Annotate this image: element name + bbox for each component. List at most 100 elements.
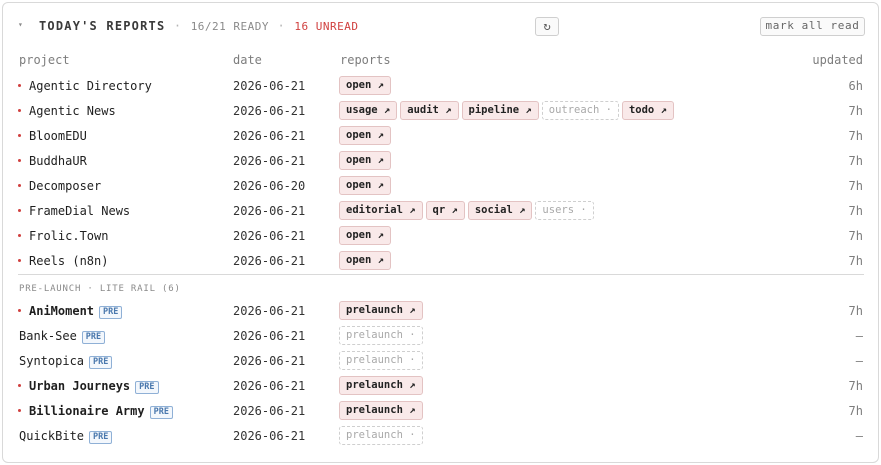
project-name[interactable]: BloomEDU <box>29 129 87 143</box>
section-divider <box>18 274 864 275</box>
report-date: 2026-06-21 <box>233 204 306 218</box>
updated-age: — <box>855 329 863 343</box>
report-date: 2026-06-21 <box>233 404 306 418</box>
updated-age: 7h <box>848 129 863 143</box>
column-header-date: date <box>233 53 262 67</box>
report-date: 2026-06-20 <box>233 179 306 193</box>
project-name[interactable]: Decomposer <box>29 179 101 193</box>
project-name[interactable]: Agentic Directory <box>29 79 152 93</box>
table-row: Frolic.Town 2026-06-21 open ↗ 7h <box>3 224 878 249</box>
report-links: open ↗ <box>339 251 394 270</box>
report-date: 2026-06-21 <box>233 229 306 243</box>
report-links: open ↗ <box>339 151 394 170</box>
report-pending-chip: users · <box>535 201 594 220</box>
table-row: Reels (n8n) 2026-06-21 open ↗ 7h <box>3 249 878 274</box>
prelaunch-pending-chip: prelaunch · <box>339 426 423 445</box>
updated-age: — <box>855 429 863 443</box>
prelaunch-pending-chip: prelaunch · <box>339 326 423 345</box>
report-links: prelaunch ↗ <box>339 401 426 420</box>
prelaunch-link-chip[interactable]: prelaunch ↗ <box>339 401 423 420</box>
title-text: TODAY'S REPORTS <box>39 19 166 33</box>
report-link-chip[interactable]: qr ↗ <box>425 201 465 220</box>
table-row: AniMoment PRE 2026-06-21 prelaunch ↗ 7h <box>3 299 878 324</box>
pre-launch-badge: PRE <box>149 406 173 419</box>
project-name[interactable]: FrameDial News <box>29 204 130 218</box>
report-link-chip[interactable]: audit ↗ <box>400 101 459 120</box>
report-link-chip[interactable]: open ↗ <box>339 76 391 95</box>
updated-age: 6h <box>848 79 863 93</box>
project-name[interactable]: AniMoment PRE <box>29 304 123 319</box>
report-link-chip[interactable]: todo ↗ <box>621 101 674 120</box>
report-links: prelaunch · <box>339 326 426 345</box>
pre-launch-badge: PRE <box>81 331 106 344</box>
prelaunch-link-chip[interactable]: prelaunch ↗ <box>339 301 423 320</box>
unread-dot-icon <box>18 184 21 187</box>
table-row: Bank-See PRE 2026-06-21 prelaunch · — <box>3 324 878 349</box>
title-separator: · <box>277 19 286 33</box>
report-date: 2026-06-21 <box>233 79 306 93</box>
project-name-text: AniMoment <box>29 304 95 318</box>
unread-dot-icon <box>18 134 21 137</box>
unread-dot-icon <box>18 384 21 387</box>
project-name[interactable]: Billionaire Army PRE <box>29 404 173 419</box>
table-row: QuickBite PRE 2026-06-21 prelaunch · — <box>3 424 878 449</box>
unread-dot-icon <box>18 409 21 412</box>
project-name-text: QuickBite <box>19 429 85 443</box>
report-link-chip[interactable]: open ↗ <box>339 151 391 170</box>
project-name[interactable]: Agentic News <box>29 104 116 118</box>
project-name[interactable]: Syntopica PRE <box>19 354 113 369</box>
unread-dot-icon <box>18 209 21 212</box>
updated-age: 7h <box>848 179 863 193</box>
updated-age: — <box>855 354 863 368</box>
unread-dot-icon <box>18 84 21 87</box>
unread-dot-icon <box>18 234 21 237</box>
table-row: Agentic News 2026-06-21 usage ↗ audit ↗ pipe… <box>3 99 878 124</box>
prelaunch-section-label: PRE-LAUNCH · LITE RAIL (6) <box>19 284 181 294</box>
report-date: 2026-06-21 <box>233 254 306 268</box>
project-name[interactable]: Bank-See PRE <box>19 329 106 344</box>
report-link-chip[interactable]: open ↗ <box>339 251 391 270</box>
pre-launch-badge: PRE <box>89 356 113 369</box>
mark-all-read-button[interactable]: mark all read <box>760 17 865 36</box>
report-date: 2026-06-21 <box>233 129 306 143</box>
table-row: BloomEDU 2026-06-21 open ↗ 7h <box>3 124 878 149</box>
project-name[interactable]: Frolic.Town <box>29 229 108 243</box>
column-header-updated: updated <box>812 53 863 67</box>
unread-count: 16 UNREAD <box>294 20 359 33</box>
updated-age: 7h <box>848 404 863 418</box>
project-name[interactable]: BuddhaUR <box>29 154 87 168</box>
project-name[interactable]: QuickBite PRE <box>19 429 113 444</box>
updated-age: 7h <box>848 104 863 118</box>
table-row: Billionaire Army PRE 2026-06-21 prelaunch ↗… <box>3 399 878 424</box>
project-name[interactable]: Reels (n8n) <box>29 254 108 268</box>
report-link-chip[interactable]: open ↗ <box>339 126 391 145</box>
report-links: prelaunch · <box>339 351 426 370</box>
collapse-caret-icon[interactable]: ▾ <box>18 20 23 29</box>
table-row: BuddhaUR 2026-06-21 open ↗ 7h <box>3 149 878 174</box>
refresh-button[interactable]: ↻ <box>535 17 559 36</box>
report-date: 2026-06-21 <box>233 154 306 168</box>
report-links: usage ↗ audit ↗ pipeline ↗ outreach · todo ↗ <box>339 101 677 120</box>
pre-launch-badge: PRE <box>89 431 113 444</box>
prelaunch-pending-chip: prelaunch · <box>339 351 423 370</box>
updated-age: 7h <box>848 154 863 168</box>
prelaunch-link-chip[interactable]: prelaunch ↗ <box>339 376 423 395</box>
report-link-chip[interactable]: open ↗ <box>339 176 391 195</box>
report-links: open ↗ <box>339 126 394 145</box>
project-name[interactable]: Urban Journeys PRE <box>29 379 159 394</box>
report-links: open ↗ <box>339 226 394 245</box>
report-date: 2026-06-21 <box>233 329 306 343</box>
report-link-chip[interactable]: usage ↗ <box>339 101 398 120</box>
report-link-chip[interactable]: open ↗ <box>339 226 391 245</box>
report-links: open ↗ <box>339 76 394 95</box>
updated-age: 7h <box>848 254 863 268</box>
report-date: 2026-06-21 <box>233 354 306 368</box>
table-row: Agentic Directory 2026-06-21 open ↗ 6h <box>3 74 878 99</box>
report-link-chip[interactable]: pipeline ↗ <box>461 101 539 120</box>
report-links: prelaunch · <box>339 426 426 445</box>
table-row: FrameDial News 2026-06-21 editorial ↗ qr ↗ s… <box>3 199 878 224</box>
report-link-chip[interactable]: social ↗ <box>467 201 533 220</box>
table-row: Decomposer 2026-06-20 open ↗ 7h <box>3 174 878 199</box>
report-link-chip[interactable]: editorial ↗ <box>339 201 423 220</box>
report-links: open ↗ <box>339 176 394 195</box>
